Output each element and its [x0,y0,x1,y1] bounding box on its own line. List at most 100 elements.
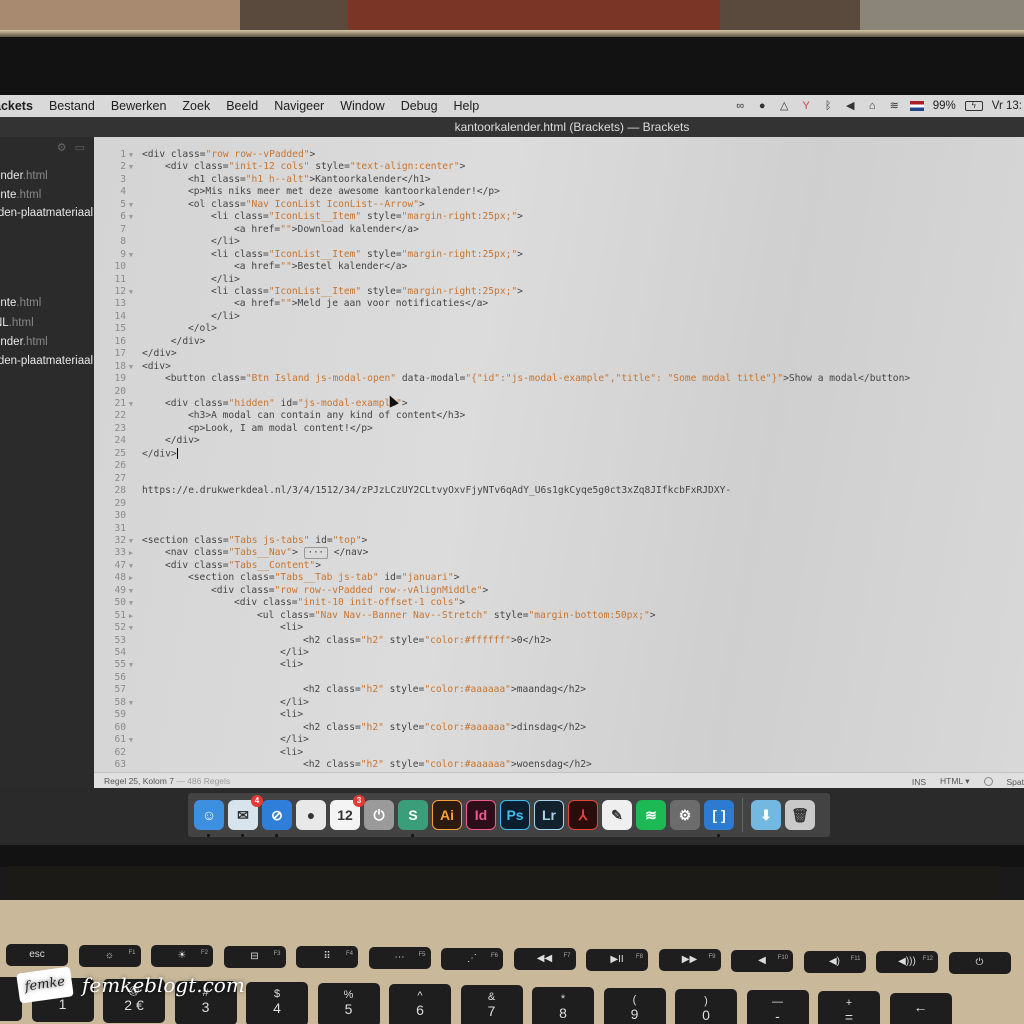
code-line[interactable]: 50 ▼ <div class="init-10 init-offset-1 col… [94,597,1024,609]
indent-setting[interactable]: Spat [1007,777,1024,787]
code-line[interactable]: 33 ▶ <nav class="Tabs__Nav"> ··· </nav> [94,547,1024,560]
fold-collapse-icon[interactable]: ▼ [126,734,136,746]
menu-debug[interactable]: Debug [401,99,438,113]
code-line[interactable]: 57 <h2 class="h2" style="color:#aaaaaa">m… [94,684,1024,696]
key-9[interactable]: (9 [603,987,666,1024]
menu-beeld[interactable]: Beeld [226,99,258,113]
code-line[interactable]: 54 </li> [94,647,1024,659]
brackets-icon[interactable]: [ ] [704,800,734,837]
code-line[interactable]: 53 <h2 class="h2" style="color:#ffffff">0… [94,635,1024,647]
safari-icon[interactable]: ⊘ [262,800,292,837]
fold-collapse-icon[interactable]: ▼ [126,560,136,572]
key-f7[interactable]: ◀◀ F7 [513,948,576,971]
code-line[interactable]: 58 ▼ </li> [94,697,1024,709]
fold-collapse-icon[interactable]: ▼ [126,161,136,173]
code-line[interactable]: 17 </div> [94,348,1024,360]
menu-app-name[interactable]: ackets [0,99,33,113]
slack-icon[interactable]: S [398,800,428,837]
sidebar-file[interactable]: ender.html [0,170,48,182]
menu-help[interactable]: Help [454,99,480,113]
creative-cloud-icon[interactable]: ∞ [734,100,747,113]
key-esc[interactable]: esc [6,944,68,966]
key-f9[interactable]: ▶▶ F9 [658,949,721,972]
sidebar-file[interactable]: NL.html [0,317,34,329]
textedit-icon[interactable]: ✎ [602,800,632,830]
code-line[interactable]: 49 ▼ <div class="row row--vPadded row--vAl… [94,585,1024,597]
code-line[interactable]: 55 ▼ <li> [94,659,1024,671]
code-line[interactable]: 9 ▼ <li class="IconList__Item" style="marg… [94,249,1024,261]
fold-collapse-icon[interactable]: ▼ [126,286,136,298]
key-power[interactable]: ⏻ [948,951,1011,974]
google-drive-icon[interactable]: △ [778,100,791,113]
key-f6[interactable]: ⋰ F6 [441,947,503,970]
bluetooth-icon[interactable]: ᛒ [822,100,835,113]
language-select[interactable]: HTML ▾ [940,776,969,787]
fold-collapse-icon[interactable]: ▼ [126,535,136,547]
code-line[interactable]: 29 [94,498,1024,510]
finder-icon[interactable]: ☺ [194,800,224,837]
trash-icon[interactable]: 🗑 [785,800,815,830]
menu-window[interactable]: Window [340,99,384,113]
sidebar-file[interactable]: rden-plaatmateriaal [0,207,93,219]
key-4[interactable]: $4 [246,981,308,1024]
split-view-icon[interactable]: ▭ [75,141,85,154]
fold-collapse-icon[interactable]: ▼ [126,149,136,161]
code-line[interactable]: 52 ▼ <li> [94,622,1024,634]
power-app-icon[interactable]: ⏻ [364,800,394,830]
insert-mode[interactable]: INS [912,777,926,787]
code-line[interactable]: 12 ▼ <li class="IconList__Item" style="mar… [94,286,1024,298]
code-line[interactable]: 51 ▶ <ul class="Nav Nav--Banner Nav--Stret… [94,610,1024,622]
fold-collapse-icon[interactable]: ▼ [126,211,136,223]
fold-collapse-icon[interactable]: ▼ [126,659,136,671]
code-editor[interactable]: 1 ▼ <div class="row row--vPadded"> 2 ▼ <div c… [94,137,1024,772]
code-line[interactable]: 11 </li> [94,274,1024,286]
code-line[interactable]: 61 ▼ </li> [94,734,1024,746]
key-f8[interactable]: ▶II F8 [586,948,648,971]
code-line[interactable]: 10 <a href="">Bestel kalender</a> [94,261,1024,273]
key-f12[interactable]: ◀))) F12 [876,951,938,974]
fold-collapse-icon[interactable]: ▼ [126,398,136,410]
wifi-icon[interactable]: ≋ [888,100,901,113]
code-line[interactable]: 56 [94,672,1024,684]
spotify-icon[interactable]: ≋ [636,800,666,830]
key-f10[interactable]: ◀ F10 [731,950,793,972]
settings-icon[interactable]: ⚙ [57,141,67,154]
key-←[interactable]: ← [889,992,952,1024]
code-line[interactable]: 63 <h2 class="h2" style="color:#aaaaaa">w… [94,759,1024,771]
vpn-icon[interactable]: ● [756,100,769,113]
menu-bewerken[interactable]: Bewerken [111,99,167,113]
fold-collapse-icon[interactable]: ▼ [126,697,136,709]
code-line[interactable]: 16 </div> [94,336,1024,348]
code-line[interactable]: 8 </li> [94,236,1024,248]
sidebar-file[interactable]: ente.html [0,189,41,201]
key--[interactable]: — - [746,990,809,1024]
menu-navigeer[interactable]: Navigeer [274,99,324,113]
code-line[interactable]: 28 https://e.drukwerkdeal.nl/3/4/1512/34/… [94,485,1024,497]
code-line[interactable]: 62 <li> [94,747,1024,759]
fold-collapse-icon[interactable]: ▼ [126,361,136,373]
volume-icon[interactable]: ◀ [844,100,857,113]
code-line[interactable]: 6 ▼ <li class="IconList__Item" style="marg… [94,211,1024,223]
code-line[interactable]: 7 <a href="">Download kalender</a> [94,224,1024,236]
linter-status-icon[interactable] [983,777,993,786]
code-line[interactable]: 59 <li> [94,709,1024,721]
key-7[interactable]: & 7 [460,985,523,1024]
code-line[interactable]: 21 ▼ <div class="hidden" id="js-modal-exam… [94,398,1024,410]
code-line[interactable]: 15 </ol> [94,323,1024,335]
home-icon[interactable]: ⌂ [866,100,879,113]
key-f3[interactable]: ⊟ F3 [223,945,286,968]
sidebar-file[interactable]: ender.html [0,336,48,348]
indesign-icon[interactable]: Id [466,800,496,830]
code-line[interactable]: 31 [94,523,1024,535]
code-line[interactable]: 27 [94,473,1024,485]
mail-icon[interactable]: ✉ 4 [228,795,263,837]
code-line[interactable]: 13 <a href="">Meld je aan voor notificati… [94,298,1024,310]
code-line[interactable]: 30 [94,510,1024,522]
code-line[interactable]: 4 <p>Mis niks meer met deze awesome kanto… [94,186,1024,198]
code-line[interactable]: 1 ▼ <div class="row row--vPadded"> [94,149,1024,161]
antenna-icon[interactable]: Y [800,100,813,113]
collapsed-block-button[interactable]: ··· [303,547,328,560]
code-line[interactable]: 23 <p>Look, I am modal content!</p> [94,423,1024,435]
fold-collapse-icon[interactable]: ▼ [126,199,136,211]
code-line[interactable]: 48 ▶ <section class="Tabs__Tab js-tab" id=… [94,572,1024,584]
